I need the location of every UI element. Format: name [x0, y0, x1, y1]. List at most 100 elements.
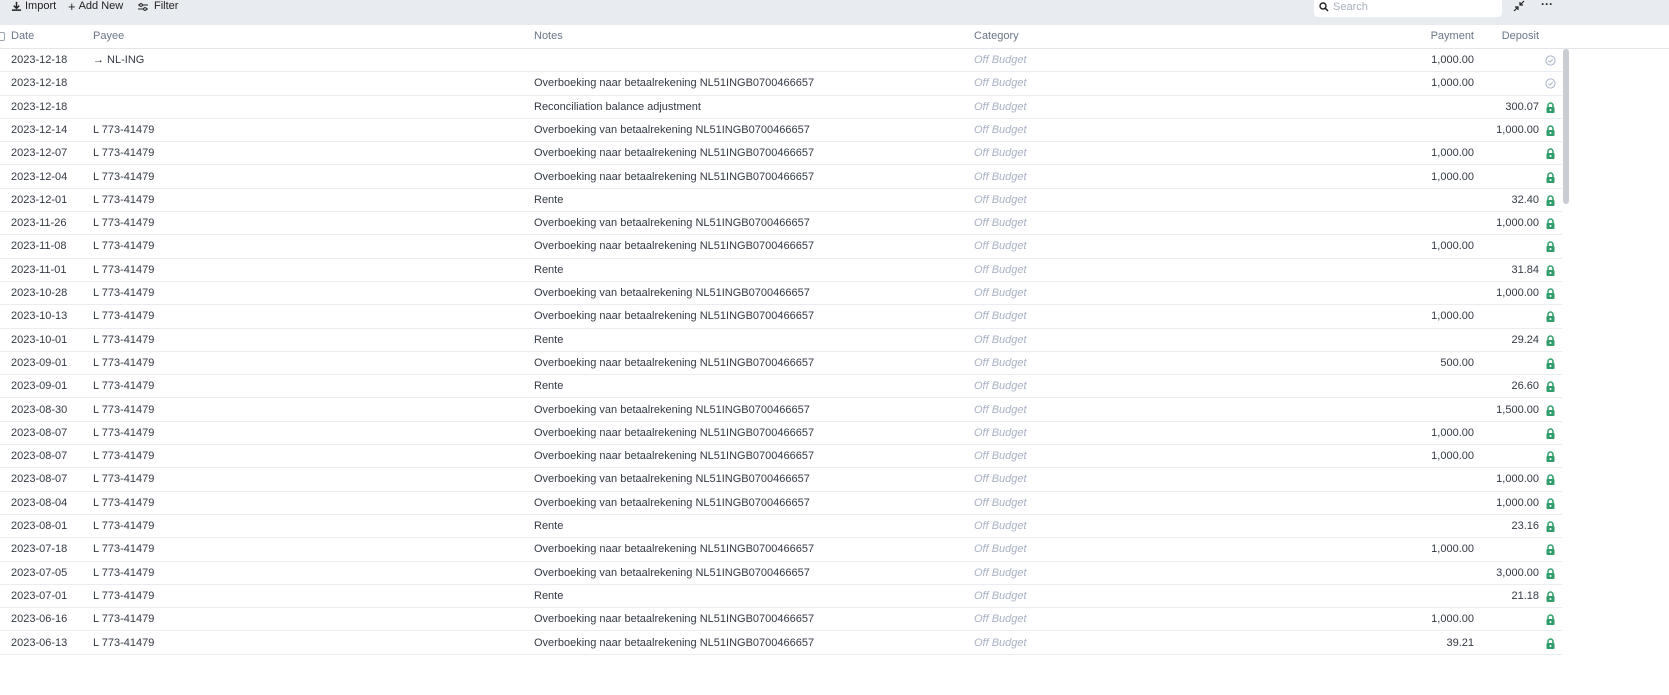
table-row[interactable]: 2023-11-08 L 773-41479 Overboeking naar be…: [0, 235, 1562, 259]
row-notes[interactable]: Overboeking naar betaalrekening NL51INGB…: [534, 72, 814, 95]
row-payee[interactable]: L 773-41479: [93, 166, 154, 189]
more-options-icon[interactable]: ···: [1541, 0, 1553, 11]
row-date[interactable]: 2023-12-04: [11, 166, 67, 189]
lock-icon[interactable]: [1545, 428, 1556, 439]
table-row[interactable]: 2023-09-01 L 773-41479 Overboeking naar be…: [0, 352, 1562, 376]
cleared-check-icon[interactable]: [1545, 55, 1556, 66]
lock-icon[interactable]: [1545, 171, 1556, 183]
row-notes[interactable]: Overboeking naar betaalrekening NL51INGB…: [534, 305, 814, 328]
row-date[interactable]: 2023-11-26: [11, 212, 66, 235]
table-row[interactable]: 2023-08-07 L 773-41479 Overboeking van bet…: [0, 468, 1562, 492]
row-payment[interactable]: 39.21: [1374, 632, 1474, 655]
row-payee[interactable]: L 773-41479: [93, 259, 154, 282]
row-payee[interactable]: L 773-41479: [93, 329, 154, 352]
row-payment[interactable]: 1,000.00: [1374, 305, 1474, 328]
row-notes[interactable]: Rente: [534, 189, 563, 212]
table-row[interactable]: 2023-08-30 L 773-41479 Overboeking van bet…: [0, 399, 1562, 422]
row-deposit[interactable]: 31.84: [1439, 259, 1539, 282]
lock-icon[interactable]: [1545, 241, 1556, 253]
row-category[interactable]: Off Budget: [974, 468, 1027, 491]
row-date[interactable]: 2023-08-07: [11, 422, 67, 445]
row-category[interactable]: Off Budget: [974, 142, 1027, 165]
table-row[interactable]: 2023-08-07 L 773-41479 Overboeking naar be…: [0, 422, 1562, 446]
row-category[interactable]: Off Budget: [974, 305, 1027, 328]
row-payee[interactable]: L 773-41479: [93, 468, 154, 491]
row-category[interactable]: Off Budget: [974, 352, 1027, 375]
row-payee[interactable]: L 773-41479: [93, 445, 154, 468]
row-category[interactable]: Off Budget: [974, 538, 1027, 561]
table-row[interactable]: 2023-11-26 L 773-41479 Overboeking van bet…: [0, 212, 1562, 236]
column-category[interactable]: Category: [974, 25, 1019, 47]
lock-icon[interactable]: [1545, 148, 1556, 160]
row-date[interactable]: 2023-06-16: [11, 608, 67, 631]
row-category[interactable]: Off Budget: [974, 445, 1027, 468]
row-notes[interactable]: Overboeking van betaalrekening NL51INGB0…: [534, 492, 810, 515]
row-category[interactable]: Off Budget: [974, 49, 1027, 72]
row-date[interactable]: 2023-07-05: [11, 562, 67, 585]
lock-icon[interactable]: [1545, 474, 1556, 486]
row-notes[interactable]: Overboeking van betaalrekening NL51INGB0…: [534, 212, 810, 235]
lock-icon[interactable]: [1545, 218, 1556, 230]
lock-icon[interactable]: [1545, 591, 1556, 602]
row-date[interactable]: 2023-08-07: [11, 445, 67, 468]
row-date[interactable]: 2023-08-01: [11, 515, 67, 538]
row-notes[interactable]: Overboeking van betaalrekening NL51INGB0…: [534, 119, 810, 142]
row-notes[interactable]: Overboeking naar betaalrekening NL51INGB…: [534, 608, 814, 631]
row-payment[interactable]: 1,000.00: [1374, 235, 1474, 258]
lock-icon[interactable]: [1545, 404, 1556, 416]
row-category[interactable]: Off Budget: [974, 96, 1027, 119]
row-notes[interactable]: Overboeking van betaalrekening NL51INGB0…: [534, 399, 810, 422]
row-date[interactable]: 2023-11-08: [11, 235, 66, 258]
row-deposit[interactable]: 1,500.00: [1439, 399, 1539, 422]
row-payment[interactable]: 1,000.00: [1374, 445, 1474, 468]
lock-icon[interactable]: [1545, 358, 1556, 369]
table-row[interactable]: 2023-12-01 L 773-41479 Rente Off Budget 32.4…: [0, 189, 1562, 213]
row-payee[interactable]: L 773-41479: [93, 399, 154, 422]
row-category[interactable]: Off Budget: [974, 259, 1027, 282]
row-notes[interactable]: Overboeking naar betaalrekening NL51INGB…: [534, 166, 814, 189]
row-date[interactable]: 2023-07-01: [11, 585, 67, 608]
row-payee[interactable]: L 773-41479: [93, 119, 154, 142]
lock-icon[interactable]: [1545, 637, 1556, 649]
row-payment[interactable]: 1,000.00: [1374, 166, 1474, 189]
row-date[interactable]: 2023-10-28: [11, 282, 67, 305]
row-date[interactable]: 2023-12-18: [11, 96, 67, 119]
row-date[interactable]: 2023-12-18: [11, 72, 67, 95]
row-category[interactable]: Off Budget: [974, 632, 1027, 655]
lock-icon[interactable]: [1545, 101, 1556, 113]
table-row[interactable]: 2023-07-18 L 773-41479 Overboeking naar be…: [0, 538, 1562, 562]
table-row[interactable]: 2023-12-18 Reconciliation balance adjustm…: [0, 96, 1562, 119]
lock-icon[interactable]: [1545, 381, 1556, 393]
row-deposit[interactable]: 3,000.00: [1439, 562, 1539, 585]
row-payment[interactable]: 1,000.00: [1374, 538, 1474, 561]
row-date[interactable]: 2023-09-01: [11, 352, 67, 375]
table-row[interactable]: 2023-08-07 L 773-41479 Overboeking naar be…: [0, 445, 1562, 469]
row-payment[interactable]: 1,000.00: [1374, 72, 1474, 95]
row-category[interactable]: Off Budget: [974, 72, 1027, 95]
row-payee[interactable]: L 773-41479: [93, 585, 154, 608]
row-payee[interactable]: L 773-41479: [93, 608, 154, 631]
row-category[interactable]: Off Budget: [974, 166, 1027, 189]
column-payee[interactable]: Payee: [93, 25, 124, 47]
row-date[interactable]: 2023-08-30: [11, 399, 67, 422]
table-row[interactable]: 2023-06-13 L 773-41479 Overboeking naar be…: [0, 632, 1562, 655]
row-deposit[interactable]: 29.24: [1439, 329, 1539, 352]
row-category[interactable]: Off Budget: [974, 422, 1027, 445]
row-payee[interactable]: L 773-41479: [93, 492, 154, 515]
row-date[interactable]: 2023-08-07: [11, 468, 67, 491]
select-all-checkbox[interactable]: [0, 32, 5, 41]
row-payee[interactable]: L 773-41479: [93, 515, 154, 538]
table-row[interactable]: 2023-11-01 L 773-41479 Rente Off Budget 31.8…: [0, 259, 1562, 282]
lock-icon[interactable]: [1545, 264, 1556, 276]
row-deposit[interactable]: 1,000.00: [1439, 468, 1539, 491]
row-payee[interactable]: L 773-41479: [93, 352, 154, 375]
row-date[interactable]: 2023-08-04: [11, 492, 67, 515]
row-notes[interactable]: Overboeking van betaalrekening NL51INGB0…: [534, 468, 810, 491]
cleared-check-icon[interactable]: [1545, 78, 1556, 89]
row-deposit[interactable]: 300.07: [1439, 96, 1539, 119]
row-deposit[interactable]: 1,000.00: [1439, 119, 1539, 142]
row-payee[interactable]: → NL-ING: [93, 49, 144, 72]
lock-icon[interactable]: [1545, 195, 1556, 206]
row-notes[interactable]: Overboeking naar betaalrekening NL51INGB…: [534, 142, 814, 165]
row-date[interactable]: 2023-06-13: [11, 632, 67, 655]
